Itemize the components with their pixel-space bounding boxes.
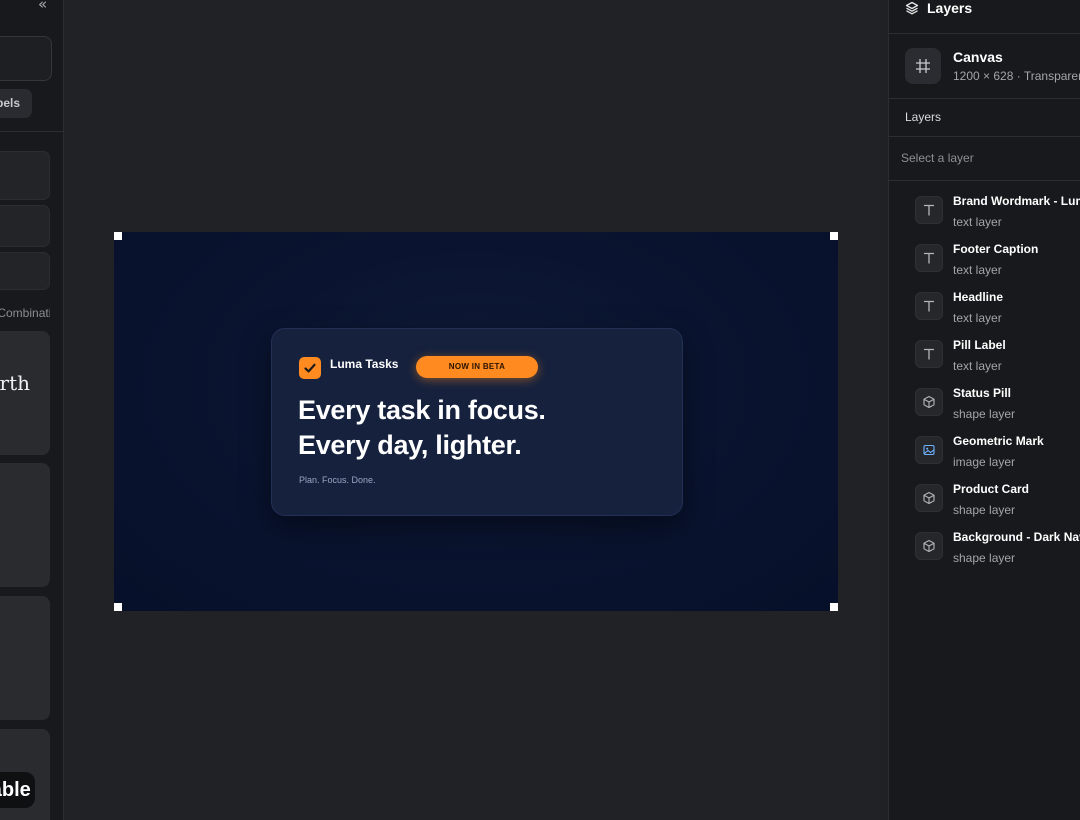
headline-line: Every day, lighter. bbox=[298, 430, 522, 460]
layer-row[interactable]: Headline text layer bbox=[915, 290, 1080, 330]
cube-icon bbox=[915, 388, 943, 416]
panel-header: Layers bbox=[905, 0, 972, 19]
layer-type: text layer bbox=[953, 263, 1002, 277]
layer-name: Brand Wordmark - Luma Tasks bbox=[953, 194, 1080, 208]
layer-row[interactable]: Status Pill shape layer bbox=[915, 386, 1080, 426]
divider bbox=[0, 131, 63, 132]
checkmark-icon bbox=[304, 363, 316, 373]
divider bbox=[889, 98, 1080, 99]
layer-name: Geometric Mark bbox=[953, 434, 1044, 448]
layer-type: shape layer bbox=[953, 407, 1016, 421]
headline-line: Every task in focus. bbox=[298, 395, 546, 425]
cube-icon bbox=[915, 484, 943, 512]
layer-name: Headline bbox=[953, 290, 1004, 304]
status-pill[interactable]: NOW IN BETA bbox=[416, 356, 538, 378]
layers-section-label: Layers bbox=[905, 110, 942, 124]
layer-type: text layer bbox=[953, 215, 1002, 229]
canvas-thumbnail bbox=[905, 48, 941, 84]
design-canvas[interactable]: Luma Tasks NOW IN BETA Every task in foc… bbox=[114, 232, 838, 611]
selection-handle[interactable] bbox=[830, 232, 838, 240]
layer-name: Footer Caption bbox=[953, 242, 1039, 256]
font-sample-pill[interactable]: Table bbox=[0, 772, 35, 808]
layer-type: shape layer bbox=[953, 503, 1016, 517]
layer-type: shape layer bbox=[953, 551, 1016, 565]
canvas-info[interactable]: Canvas 1200 × 628 · Transparent bbox=[905, 48, 1080, 88]
font-combination-card[interactable] bbox=[0, 596, 50, 720]
layer-row[interactable]: Geometric Mark image layer bbox=[915, 434, 1080, 474]
layer-row[interactable]: Product Card shape layer bbox=[915, 482, 1080, 522]
canvas-stage[interactable]: Luma Tasks NOW IN BETA Every task in foc… bbox=[64, 0, 879, 820]
canvas-name: Canvas bbox=[953, 49, 1003, 65]
layers-panel: Layers Canvas 1200 × 628 · Transparent L… bbox=[888, 0, 1080, 820]
template-item[interactable] bbox=[0, 205, 50, 247]
selection-handle[interactable] bbox=[114, 603, 122, 611]
layer-row[interactable]: Brand Wordmark - Luma Tasks text layer bbox=[915, 194, 1080, 234]
brand-wordmark[interactable]: Luma Tasks bbox=[330, 357, 398, 371]
template-item[interactable] bbox=[0, 252, 50, 290]
collapse-panel-button[interactable]: « bbox=[38, 0, 54, 12]
text-icon bbox=[915, 292, 943, 320]
search-input[interactable] bbox=[0, 36, 52, 81]
layer-name: Pill Label bbox=[953, 338, 1006, 352]
product-card[interactable]: Luma Tasks NOW IN BETA Every task in foc… bbox=[271, 328, 683, 516]
geometric-mark[interactable] bbox=[299, 357, 321, 379]
layer-name: Status Pill bbox=[953, 386, 1012, 400]
divider bbox=[889, 180, 1080, 181]
section-label-font-combinations: Font Combinations bbox=[0, 306, 50, 320]
layer-row[interactable]: Pill Label text layer bbox=[915, 338, 1080, 378]
footer-caption[interactable]: Plan. Focus. Done. bbox=[299, 475, 376, 485]
text-icon bbox=[915, 340, 943, 368]
selection-handle[interactable] bbox=[830, 603, 838, 611]
layer-type: image layer bbox=[953, 455, 1016, 469]
panel-title: Layers bbox=[927, 0, 973, 16]
text-icon bbox=[915, 244, 943, 272]
font-combination-card[interactable]: PM bbox=[0, 463, 50, 587]
divider bbox=[889, 136, 1080, 137]
layer-type: text layer bbox=[953, 311, 1002, 325]
left-panel: « Labels Font Combinations Earth PM Tabl… bbox=[0, 0, 64, 820]
canvas-dimensions: 1200 × 628 · Transparent bbox=[953, 69, 1080, 83]
layer-select[interactable]: Select a layer bbox=[901, 151, 974, 165]
layer-name: Background - Dark Navy bbox=[953, 530, 1080, 544]
divider bbox=[889, 33, 1080, 34]
layer-row[interactable]: Footer Caption text layer bbox=[915, 242, 1080, 282]
text-icon bbox=[915, 196, 943, 224]
frame-icon bbox=[916, 59, 930, 73]
image-icon bbox=[915, 436, 943, 464]
headline[interactable]: Every task in focus. Every day, lighter. bbox=[298, 393, 546, 463]
cube-icon bbox=[915, 532, 943, 560]
font-sample-text: Earth bbox=[0, 371, 30, 395]
layers-icon bbox=[905, 1, 919, 15]
template-item[interactable] bbox=[0, 151, 50, 200]
layer-type: text layer bbox=[953, 359, 1002, 373]
pill-label[interactable]: NOW IN BETA bbox=[449, 362, 505, 371]
layer-row[interactable]: Background - Dark Navy shape layer bbox=[915, 530, 1080, 570]
filter-chip-labels[interactable]: Labels bbox=[0, 89, 32, 118]
selection-handle[interactable] bbox=[114, 232, 122, 240]
layer-name: Product Card bbox=[953, 482, 1030, 496]
font-combination-card[interactable]: Earth bbox=[0, 331, 50, 455]
